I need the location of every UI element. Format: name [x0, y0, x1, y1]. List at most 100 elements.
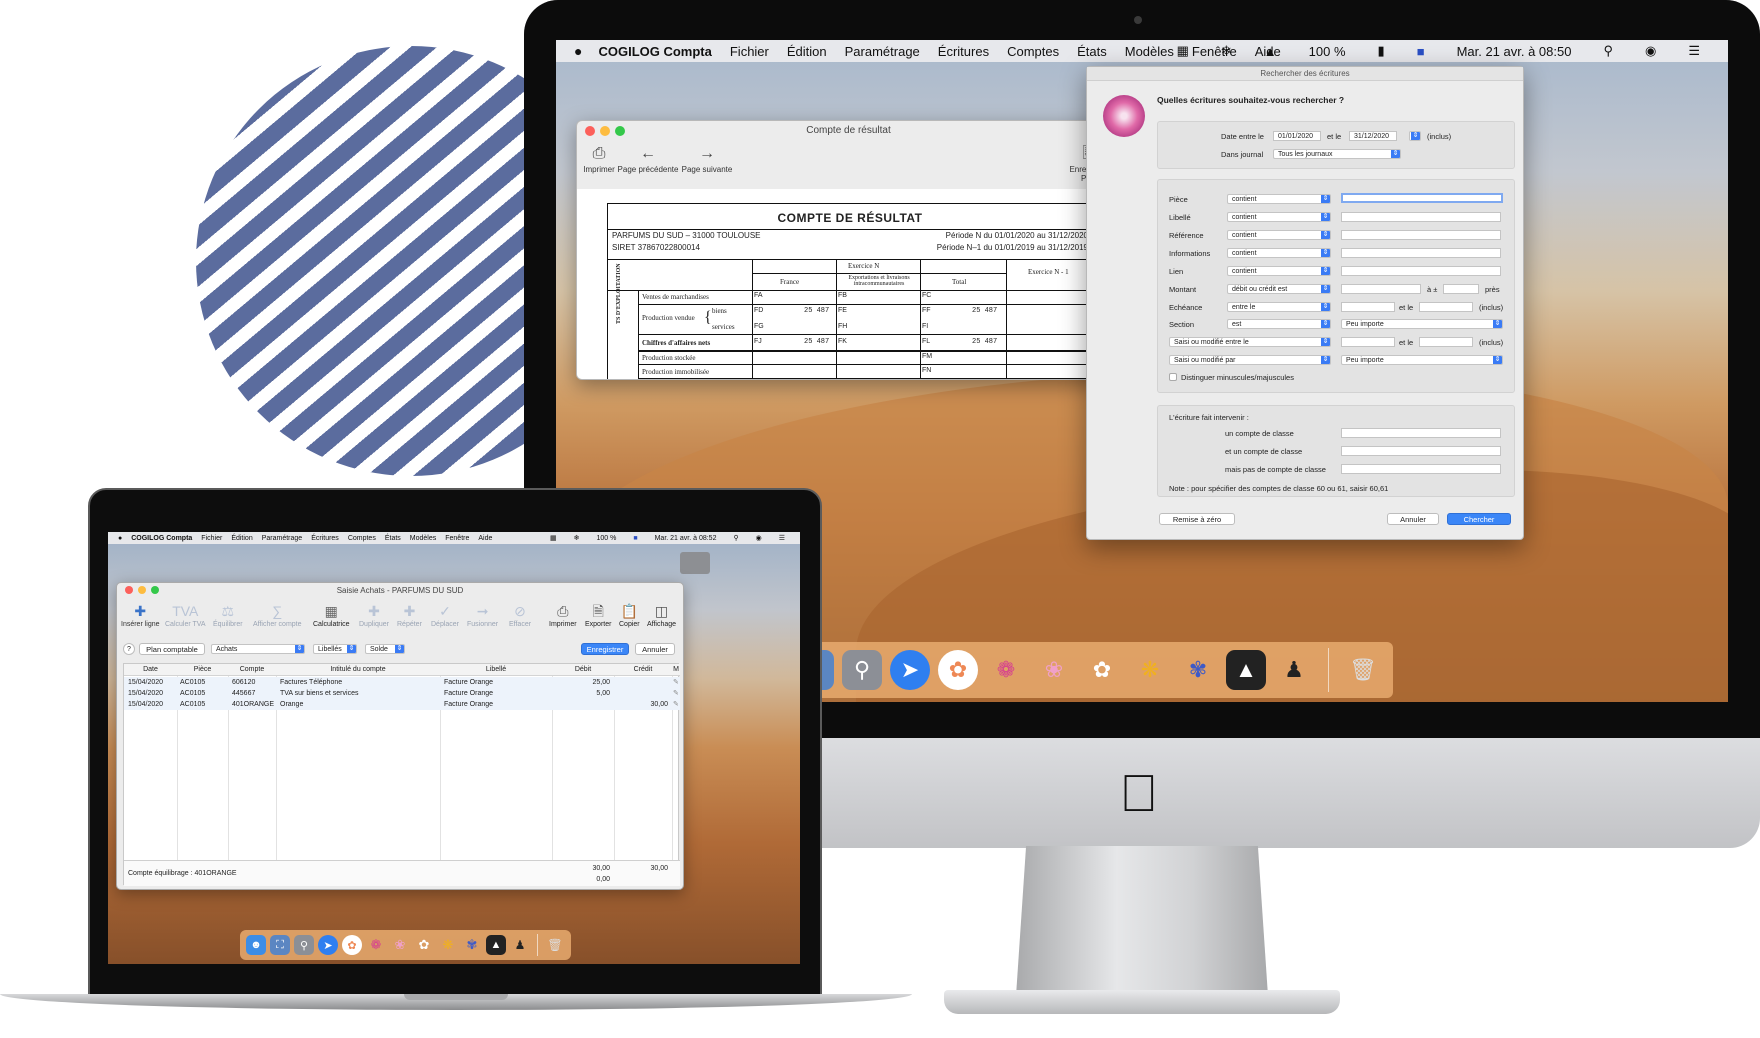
table-row[interactable]: 15/04/2020 AC0105 445667 TVA sur biens e… — [124, 688, 680, 699]
balance-button[interactable]: ⚖ Équilibrer — [213, 601, 243, 628]
libelles-popup[interactable]: Libellés — [313, 644, 357, 654]
section-value-popup[interactable]: Peu importe — [1341, 319, 1503, 329]
print-button[interactable]: ⎙ Imprimer — [549, 601, 577, 628]
duplicate-button[interactable]: ✚ Dupliquer — [359, 601, 389, 628]
cancel-button[interactable]: Annuler — [635, 643, 675, 655]
menu-fenetre[interactable]: Fenêtre — [445, 535, 469, 542]
journal-popup[interactable]: Tous les journaux — [1273, 149, 1401, 159]
montant-operator-popup[interactable]: débit ou crédit est — [1227, 284, 1331, 294]
minimize-button[interactable] — [138, 586, 146, 594]
piece-search-field[interactable] — [1341, 193, 1503, 203]
minimize-button[interactable] — [600, 126, 610, 136]
date-preset-popup[interactable] — [1409, 131, 1421, 141]
echeance-operator-popup[interactable]: entre le — [1227, 302, 1331, 312]
apple-menu-icon[interactable]: ● — [118, 535, 122, 542]
saisi-entre-popup[interactable]: Saisi ou modifié entre le — [1169, 337, 1331, 347]
next-page-button[interactable]: → Page suivante — [681, 143, 733, 174]
statue-app-icon[interactable]: ♟ — [1274, 650, 1314, 690]
trash-icon[interactable]: 🗑 — [545, 935, 565, 955]
flag-icon[interactable]: ■ — [1417, 44, 1425, 59]
menu-app-name[interactable]: COGILOG Compta — [131, 535, 192, 542]
menu-fichier[interactable]: Fichier — [201, 535, 222, 542]
plan-comptable-button[interactable]: Plan comptable — [139, 643, 205, 655]
flower-app-icon[interactable]: ❁ — [986, 650, 1026, 690]
date-to-field[interactable]: 31/12/2020 — [1349, 131, 1397, 141]
image-capture-icon[interactable]: ⚲ — [842, 650, 882, 690]
sunflower-app-icon[interactable]: ❋ — [1130, 650, 1170, 690]
menu-etats[interactable]: États — [385, 535, 401, 542]
flower-app-icon[interactable]: ❁ — [366, 935, 386, 955]
col-debit[interactable]: Débit — [552, 664, 614, 676]
lotus-app-icon[interactable]: ❀ — [390, 935, 410, 955]
pencil-icon[interactable]: ✎ — [673, 677, 679, 688]
libelle-search-field[interactable] — [1341, 212, 1501, 222]
lien-search-field[interactable] — [1341, 266, 1501, 276]
criteria-operator-popup[interactable]: contient — [1227, 194, 1331, 204]
class-field-3[interactable] — [1341, 464, 1501, 474]
battery-percent[interactable]: 100 % — [1309, 44, 1346, 59]
insert-line-button[interactable]: ✚ Insérer ligne — [121, 601, 160, 628]
zoom-button[interactable] — [615, 126, 625, 136]
menu-modeles[interactable]: Modèles — [1125, 44, 1174, 59]
criteria-operator-popup[interactable]: contient — [1227, 266, 1331, 276]
menu-parametrage[interactable]: Paramétrage — [845, 44, 920, 59]
menu-etats[interactable]: États — [1077, 44, 1107, 59]
photos-icon[interactable]: ✿ — [342, 935, 362, 955]
menu-comptes[interactable]: Comptes — [348, 535, 376, 542]
merge-button[interactable]: ➞ Fusionner — [467, 601, 498, 628]
search-button[interactable]: Chercher — [1447, 513, 1511, 525]
menu-ecritures[interactable]: Écritures — [311, 535, 339, 542]
move-button[interactable]: ✓ Déplacer — [431, 601, 459, 628]
export-button[interactable]: 🗎 Exporter — [585, 601, 611, 628]
section-operator-popup[interactable]: est — [1227, 319, 1331, 329]
calculator-button[interactable]: ▦ Calculatrice — [313, 601, 350, 628]
print-button[interactable]: ⎙ Imprimer — [581, 143, 617, 174]
search-icon[interactable]: ⚲ — [733, 534, 738, 542]
solde-popup[interactable]: Solde — [365, 644, 405, 654]
menu-aide[interactable]: Aide — [478, 535, 492, 542]
reset-button[interactable]: Remise à zéro — [1159, 513, 1235, 525]
apple-menu-icon[interactable]: ● — [574, 43, 582, 59]
display-button[interactable]: ◫ Affichage — [647, 601, 676, 628]
menu-app-name[interactable]: COGILOG Compta — [598, 44, 711, 59]
daisy-app-icon[interactable]: ✿ — [1082, 650, 1122, 690]
notification-list-icon[interactable]: ☰ — [779, 534, 785, 542]
table-row[interactable]: 15/04/2020 AC0105 401ORANGE Orange Factu… — [124, 699, 680, 710]
daisy-app-icon[interactable]: ✿ — [414, 935, 434, 955]
saisi-to-field[interactable] — [1419, 337, 1473, 347]
menubar-clock[interactable]: Mar. 21 avr. à 08:50 — [1457, 44, 1572, 59]
cancel-button[interactable]: Annuler — [1387, 513, 1439, 525]
snowflake-icon[interactable]: ❄ — [1221, 43, 1232, 59]
help-button[interactable]: ? — [123, 643, 135, 655]
battery-percent[interactable]: 100 % — [597, 535, 617, 542]
lotus-app-icon[interactable]: ❀ — [1034, 650, 1074, 690]
menu-parametrage[interactable]: Paramétrage — [262, 535, 302, 542]
col-compte[interactable]: Compte — [228, 664, 276, 676]
tuxedo-app-icon[interactable]: ▲ — [1226, 650, 1266, 690]
col-m[interactable]: M — [672, 664, 680, 676]
finder-icon[interactable]: ☻ — [246, 935, 266, 955]
col-intitule[interactable]: Intitulé du compte — [276, 664, 440, 676]
close-button[interactable] — [125, 586, 133, 594]
previous-page-button[interactable]: ← Page précédente — [617, 143, 679, 174]
notification-list-icon[interactable]: ☰ — [1688, 43, 1700, 59]
tolerance-field[interactable] — [1443, 284, 1479, 294]
pencil-icon[interactable]: ✎ — [673, 688, 679, 699]
col-credit[interactable]: Crédit — [614, 664, 672, 676]
saisi-from-field[interactable] — [1341, 337, 1395, 347]
show-account-button[interactable]: ∑ Afficher compte — [253, 601, 302, 628]
pencil-icon[interactable]: ✎ — [673, 699, 679, 710]
search-icon[interactable]: ⚲ — [1603, 43, 1613, 59]
safari-icon[interactable]: ➤ — [318, 935, 338, 955]
informations-search-field[interactable] — [1341, 248, 1501, 258]
tuxedo-app-icon[interactable]: ▲ — [486, 935, 506, 955]
preview-icon[interactable]: ⛶ — [270, 935, 290, 955]
menu-fichier[interactable]: Fichier — [730, 44, 769, 59]
safari-icon[interactable]: ➤ — [890, 650, 930, 690]
montant-field[interactable] — [1341, 284, 1421, 294]
violet-app-icon[interactable]: ✾ — [1178, 650, 1218, 690]
siri-icon[interactable]: ◉ — [756, 534, 762, 542]
journal-popup[interactable]: Achats — [211, 644, 305, 654]
criteria-operator-popup[interactable]: contient — [1227, 230, 1331, 240]
echeance-to-field[interactable] — [1419, 302, 1473, 312]
